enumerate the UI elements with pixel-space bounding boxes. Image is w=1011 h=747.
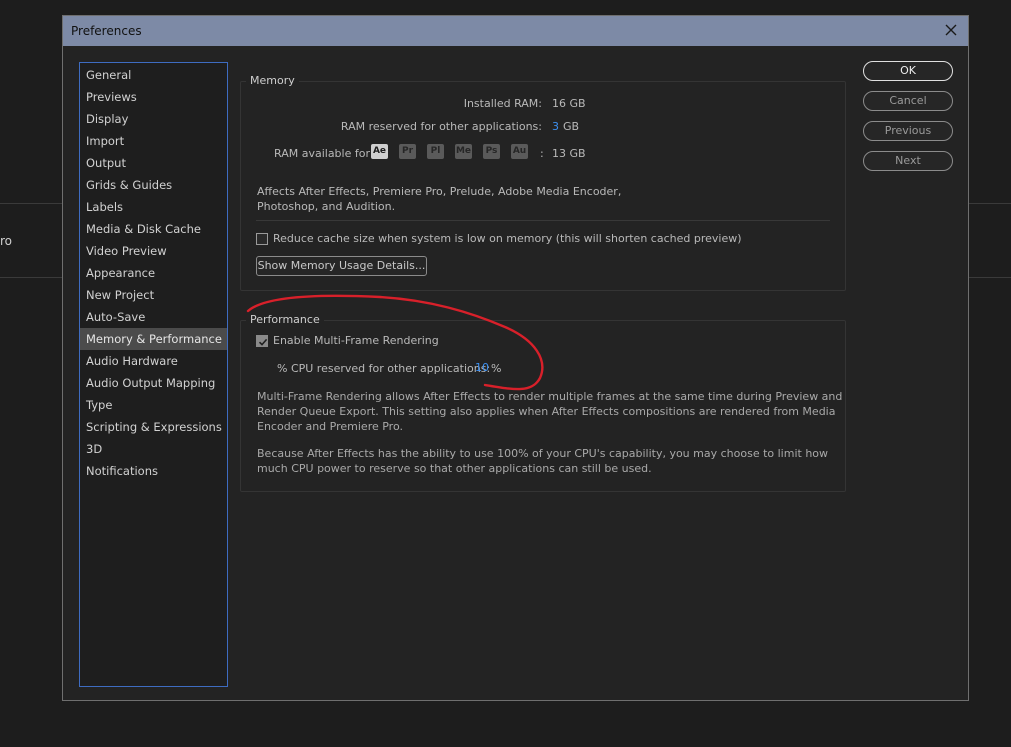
cancel-button[interactable]: Cancel bbox=[863, 91, 953, 111]
ok-button[interactable]: OK bbox=[863, 61, 953, 81]
red-annotation-circle bbox=[246, 294, 544, 391]
next-button[interactable]: Next bbox=[863, 151, 953, 171]
previous-button[interactable]: Previous bbox=[863, 121, 953, 141]
